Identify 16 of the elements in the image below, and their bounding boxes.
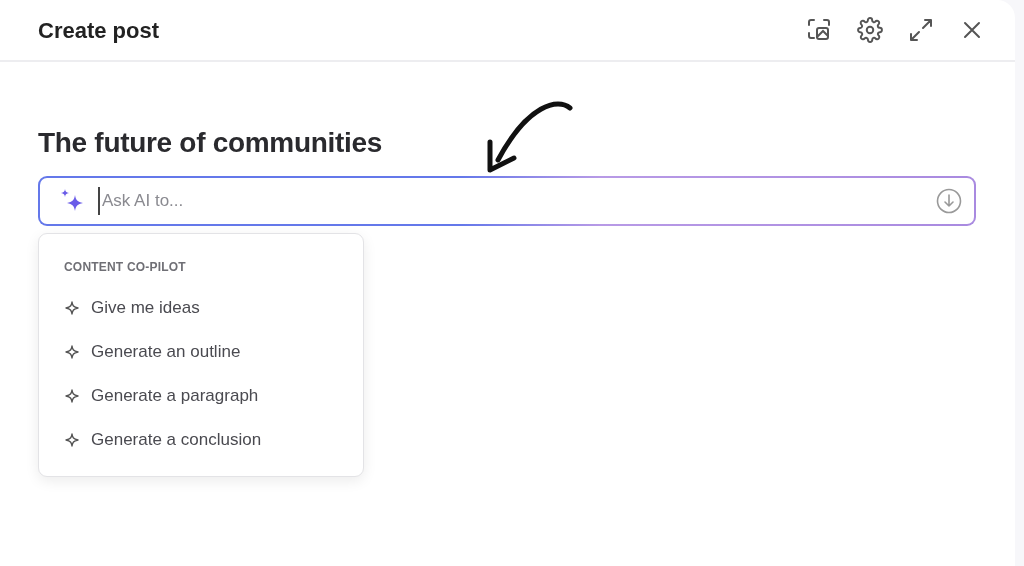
sparkle-icon: [65, 344, 79, 359]
expand-icon: [908, 17, 934, 43]
menu-section-label: CONTENT CO-PILOT: [63, 258, 187, 276]
dialog-title: Create post: [38, 16, 160, 45]
close-icon: [962, 20, 982, 40]
sparkle-icon: [65, 388, 79, 403]
menu-item[interactable]: Generate a conclusion: [39, 417, 363, 462]
menu-item[interactable]: Give me ideas: [39, 285, 363, 330]
menu-item[interactable]: Generate an outline: [39, 329, 363, 374]
image-frame-icon: [806, 17, 832, 43]
post-title: The future of communities: [38, 126, 384, 160]
sparkle-icon: [65, 300, 79, 315]
sparkle-icon: [65, 432, 79, 447]
settings-icon: [857, 17, 883, 43]
download-icon[interactable]: [936, 187, 962, 214]
menu-item[interactable]: Generate a paragraph: [39, 373, 363, 418]
